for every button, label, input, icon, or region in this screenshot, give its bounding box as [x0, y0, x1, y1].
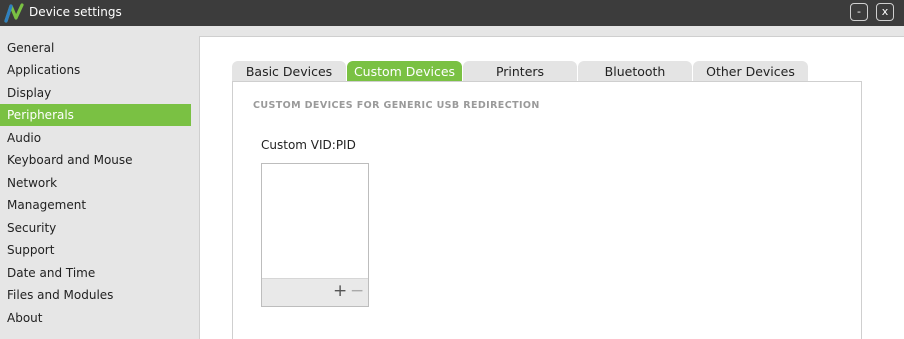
minus-icon[interactable]: −: [350, 281, 364, 301]
tab-basic-devices[interactable]: Basic Devices: [232, 61, 346, 82]
list-toolbar: + −: [262, 278, 368, 306]
custom-devices-list-label: Custom VID:PID: [261, 138, 356, 152]
close-button[interactable]: x: [876, 3, 894, 21]
custom-devices-list[interactable]: + −: [261, 163, 369, 307]
tab-bluetooth[interactable]: Bluetooth: [578, 61, 692, 82]
tab-printers[interactable]: Printers: [463, 61, 577, 82]
title-bar: Device settings - x: [0, 0, 904, 26]
sidebar-item-audio[interactable]: Audio: [0, 127, 191, 149]
section-header: CUSTOM DEVICES FOR GENERIC USB REDIRECTI…: [253, 100, 540, 111]
sidebar-item-support[interactable]: Support: [0, 239, 191, 261]
minimize-button[interactable]: -: [850, 3, 868, 21]
tab-other-devices[interactable]: Other Devices: [693, 61, 808, 82]
app-logo-icon: [4, 3, 24, 23]
sidebar-item-applications[interactable]: Applications: [0, 59, 191, 81]
sidebar-item-keyboard-and-mouse[interactable]: Keyboard and Mouse: [0, 149, 191, 171]
sidebar-item-display[interactable]: Display: [0, 82, 191, 104]
settings-sidebar: General Applications Display Peripherals…: [0, 26, 191, 339]
window-title: Device settings: [29, 5, 122, 19]
tab-custom-devices[interactable]: Custom Devices: [347, 61, 462, 82]
sidebar-item-about[interactable]: About: [0, 307, 191, 329]
sidebar-item-peripherals[interactable]: Peripherals: [0, 104, 191, 126]
sidebar-item-general[interactable]: General: [0, 37, 191, 59]
sidebar-item-security[interactable]: Security: [0, 217, 191, 239]
plus-icon[interactable]: +: [333, 281, 347, 301]
sidebar-item-network[interactable]: Network: [0, 172, 191, 194]
sidebar-item-date-and-time[interactable]: Date and Time: [0, 262, 191, 284]
sidebar-item-files-and-modules[interactable]: Files and Modules: [0, 284, 191, 306]
sidebar-item-management[interactable]: Management: [0, 194, 191, 216]
